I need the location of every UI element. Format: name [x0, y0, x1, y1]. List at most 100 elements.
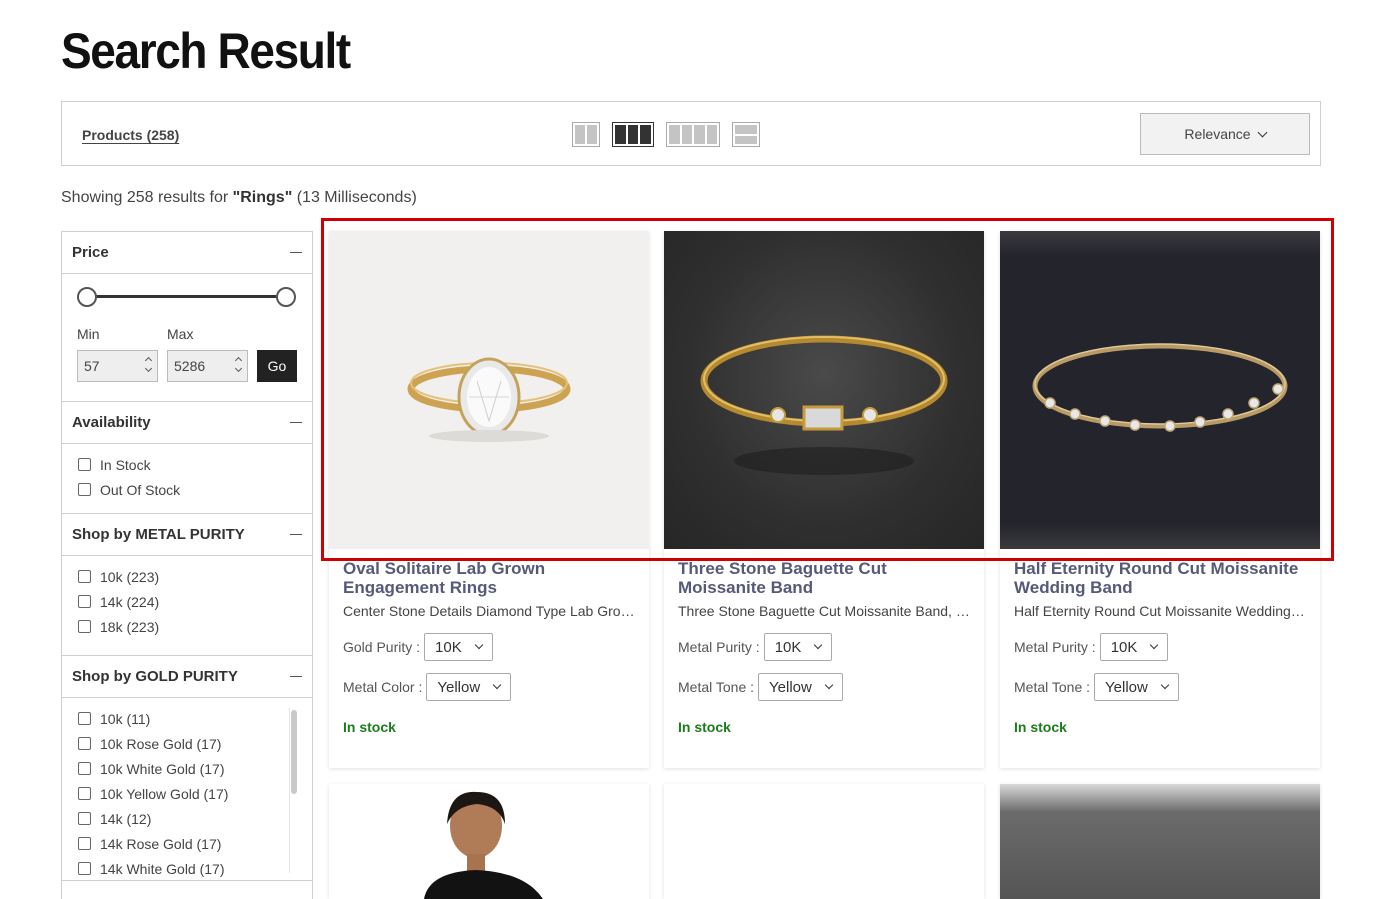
checkbox-out-of-stock[interactable]: Out Of Stock [78, 477, 296, 502]
checkbox-10k[interactable]: 10k (223) [78, 564, 296, 589]
product-title[interactable]: Half Eternity Round Cut Moissanite Weddi… [1014, 559, 1306, 597]
stepper-icon[interactable] [234, 356, 243, 373]
checkbox[interactable] [78, 712, 91, 725]
product-card[interactable]: Three Stone Baguette Cut Moissanite Band… [664, 231, 984, 768]
stock-status: In stock [1014, 719, 1067, 735]
collapse-icon[interactable] [290, 533, 302, 536]
checkbox-18k[interactable]: 18k (223) [78, 614, 296, 639]
list-view-icon[interactable] [732, 122, 760, 147]
grid-4-view-icon[interactable] [666, 122, 720, 147]
min-label: Min [77, 326, 100, 342]
grid-3-view-icon[interactable] [612, 122, 654, 147]
checkbox[interactable] [78, 458, 91, 471]
collapse-icon[interactable] [290, 251, 302, 254]
product-card[interactable]: Oval Solitaire Lab Grown Engagement Ring… [329, 231, 649, 768]
product-card[interactable]: Half Eternity Round Cut Moissanite Weddi… [1000, 231, 1320, 768]
checkbox-in-stock[interactable]: In Stock [78, 452, 296, 477]
facet-availability-header[interactable]: Availability [62, 402, 312, 444]
checkbox[interactable] [78, 762, 91, 775]
stepper-icon[interactable] [144, 356, 153, 373]
option-row: Metal Tone : Yellow [1014, 673, 1306, 701]
chevron-down-icon [814, 640, 823, 650]
filter-sidebar: Price Min Max 57 5286 Go Availability In… [61, 231, 313, 899]
checkbox[interactable] [78, 787, 91, 800]
product-image[interactable] [329, 231, 649, 549]
option-row: Metal Purity : 10K [678, 633, 970, 661]
price-filter: Min Max 57 5286 Go [62, 274, 312, 402]
price-slider-track[interactable] [88, 295, 288, 298]
purity-select[interactable]: 10K [763, 633, 833, 661]
price-slider-max-handle[interactable] [276, 287, 296, 307]
option-label: Gold Purity : [343, 639, 421, 655]
facet-scrollbar[interactable] [289, 708, 298, 873]
product-image[interactable] [664, 784, 984, 899]
checkbox-label: 14k White Gold (17) [100, 860, 225, 877]
product-image[interactable] [329, 784, 649, 899]
max-label: Max [167, 326, 194, 342]
oval-solitaire-ring-image [407, 357, 571, 442]
price-go-button[interactable]: Go [257, 350, 297, 382]
checkbox-label: 10k Yellow Gold (17) [100, 785, 229, 802]
checkbox[interactable] [78, 837, 91, 850]
summary-suffix: (13 Milliseconds) [292, 189, 417, 206]
product-card[interactable] [664, 784, 984, 899]
option-row: Metal Color : Yellow [343, 673, 635, 701]
grid-2-view-icon[interactable] [572, 122, 600, 147]
products-tab[interactable]: Products (258) [82, 127, 179, 143]
facet-metal-purity-header[interactable]: Shop by METAL PURITY [62, 514, 312, 556]
purity-select[interactable]: 10K [1099, 633, 1169, 661]
checkbox-label: 10k (223) [100, 568, 160, 585]
collapse-icon[interactable] [290, 675, 302, 678]
results-summary: Showing 258 results for "Rings" (13 Mill… [61, 189, 417, 207]
page-title: Search Result [61, 23, 351, 79]
product-image[interactable] [1000, 231, 1320, 549]
chevron-down-icon [1160, 680, 1170, 690]
max-price-input[interactable]: 5286 [167, 350, 248, 382]
product-card[interactable] [329, 784, 649, 899]
purity-select[interactable]: 10K [424, 633, 493, 661]
product-image[interactable] [1000, 784, 1320, 899]
price-slider-min-handle[interactable] [77, 287, 97, 307]
baguette-band-image [700, 335, 948, 475]
option-row: Metal Tone : Yellow [678, 673, 970, 701]
sort-dropdown[interactable]: Relevance [1140, 113, 1310, 155]
checkbox-label: 10k (11) [100, 710, 151, 727]
checkbox-label: In Stock [100, 456, 151, 473]
chevron-down-icon [474, 640, 483, 650]
checkbox-gold-option[interactable]: 10k White Gold (17) [78, 756, 296, 781]
checkbox[interactable] [78, 570, 91, 583]
collapse-icon[interactable] [290, 421, 302, 424]
checkbox[interactable] [78, 483, 91, 496]
checkbox-gold-option[interactable]: 14k White Gold (17) [78, 856, 296, 881]
color-select[interactable]: Yellow [426, 673, 512, 701]
option-label: Metal Color : [343, 679, 423, 695]
facet-price-header[interactable]: Price [62, 232, 312, 274]
facet-title: Availability [72, 414, 151, 431]
chevron-down-icon [492, 680, 502, 690]
checkbox-gold-option[interactable]: 10k Yellow Gold (17) [78, 781, 296, 806]
checkbox[interactable] [78, 737, 91, 750]
checkbox[interactable] [78, 862, 91, 875]
checkbox-gold-option[interactable]: 14k (12) [78, 806, 296, 831]
gold-purity-filter: 10k (11) 10k Rose Gold (17) 10k White Go… [62, 698, 312, 881]
checkbox-gold-option[interactable]: 14k Rose Gold (17) [78, 831, 296, 856]
tone-select[interactable]: Yellow [758, 673, 843, 701]
product-card[interactable] [1000, 784, 1320, 899]
tone-select[interactable]: Yellow [1094, 673, 1179, 701]
min-price-input[interactable]: 57 [77, 350, 158, 382]
checkbox-gold-option[interactable]: 10k (11) [78, 706, 296, 731]
option-label: Metal Purity : [1014, 639, 1096, 655]
option-row: Gold Purity : 10K [343, 633, 635, 661]
chevron-down-icon [824, 680, 834, 690]
checkbox[interactable] [78, 620, 91, 633]
checkbox-gold-option[interactable]: 10k Rose Gold (17) [78, 731, 296, 756]
product-image[interactable] [664, 231, 984, 549]
product-title[interactable]: Oval Solitaire Lab Grown Engagement Ring… [343, 559, 635, 597]
checkbox-14k[interactable]: 14k (224) [78, 589, 296, 614]
checkbox[interactable] [78, 812, 91, 825]
product-title[interactable]: Three Stone Baguette Cut Moissanite Band [678, 559, 970, 597]
facet-gold-purity-header[interactable]: Shop by GOLD PURITY [62, 656, 312, 698]
checkbox[interactable] [78, 595, 91, 608]
checkbox-label: 14k (224) [100, 593, 160, 610]
select-value: Yellow [437, 678, 481, 696]
